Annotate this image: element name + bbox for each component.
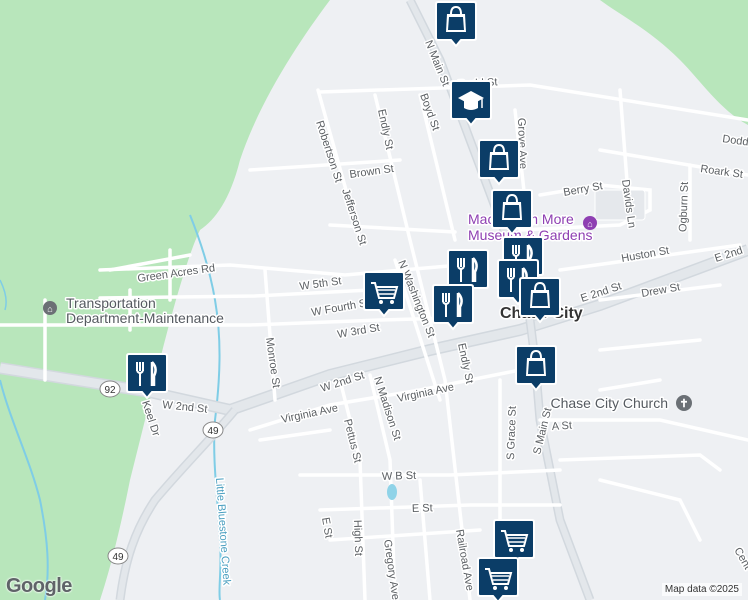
cross-icon: ✝: [679, 398, 688, 410]
museum-icon: ⌂: [587, 219, 592, 229]
street-label-a: A St: [551, 420, 572, 433]
shield-92: 92: [99, 380, 121, 398]
pond: [387, 484, 397, 500]
shopping-marker[interactable]: [515, 345, 557, 392]
shield-92-label: 92: [104, 385, 116, 396]
shopping-marker[interactable]: [478, 139, 520, 186]
museum-grounds: [594, 189, 646, 221]
map-data-attribution[interactable]: Map data ©2025: [661, 583, 742, 596]
shield-49-a: 49: [202, 421, 224, 439]
transport-icon: ⌂: [47, 304, 52, 314]
shield-49-b-label: 49: [112, 552, 124, 563]
street-label-s-grace: S Grace St: [505, 406, 519, 460]
shopping-marker[interactable]: [519, 277, 561, 324]
shield-49-b: 49: [107, 547, 129, 565]
shopping-marker[interactable]: [491, 189, 533, 236]
poi-label-church: Chase City Church: [551, 395, 669, 411]
poi-label-transport-2: Department-Maintenance: [66, 310, 224, 326]
poi-label-transport-1: Transportation: [66, 295, 156, 311]
restaurant-marker[interactable]: [126, 353, 168, 400]
restaurant-marker[interactable]: [432, 284, 474, 331]
shopping-marker[interactable]: [435, 1, 477, 48]
street-label-w-b: W B St: [382, 470, 417, 483]
grocery-marker[interactable]: [363, 271, 405, 318]
street-label-ogburn: Ogburn St: [677, 182, 691, 233]
street-label-e: E St: [412, 502, 433, 515]
google-logo: Google: [6, 575, 72, 597]
street-label-high: High St: [351, 520, 364, 556]
map-canvas[interactable]: N Main St Boyd St Endly St Robertson St …: [0, 0, 748, 600]
shield-49-a-label: 49: [207, 426, 219, 437]
grocery-marker[interactable]: [477, 557, 519, 600]
school-marker[interactable]: [450, 80, 492, 127]
